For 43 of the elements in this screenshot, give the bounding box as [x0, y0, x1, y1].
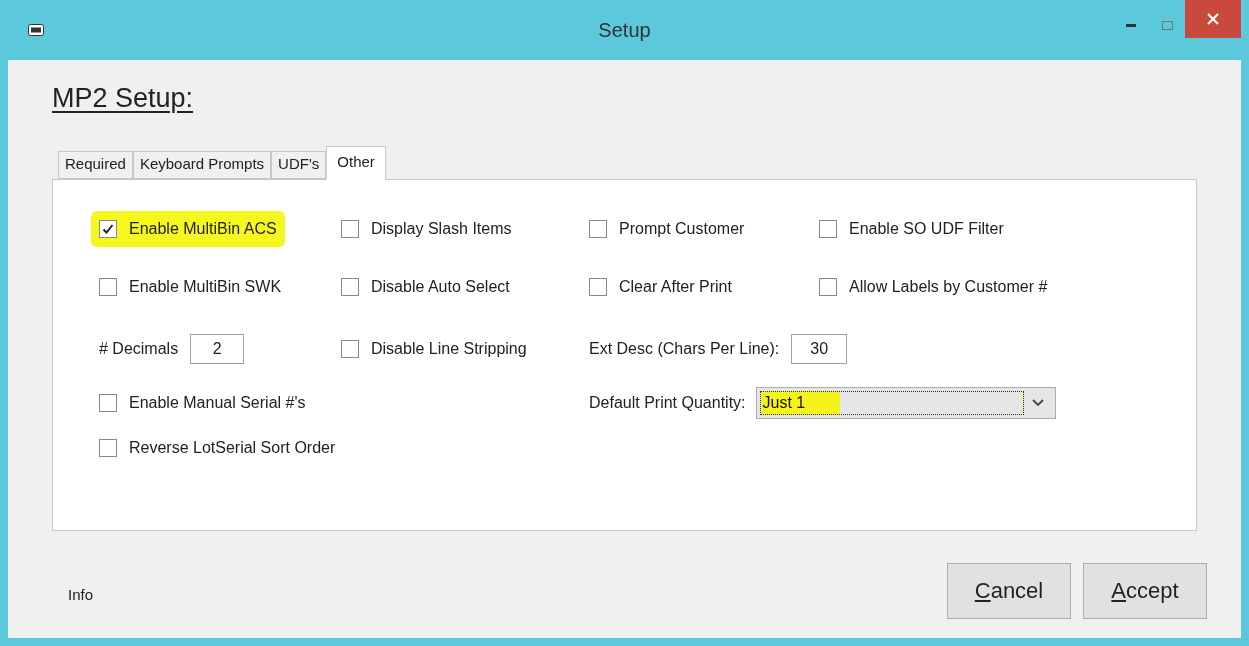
tab[interactable]: Required	[58, 150, 133, 179]
checkbox-label: Disable Line Stripping	[371, 338, 527, 359]
checkbox-label: Allow Labels by Customer #	[849, 277, 1048, 297]
dialog-button[interactable]: Cancel	[947, 562, 1071, 619]
page-heading: MP2 Setup:	[52, 83, 194, 113]
tab[interactable]: Other	[326, 145, 386, 180]
field-label: # Decimals	[99, 338, 179, 359]
checkbox-label: Enable SO UDF Filter	[849, 218, 1004, 239]
checkbox-label: Enable MultiBin ACS	[129, 218, 277, 239]
field-label: Default Print Quantity:	[589, 393, 746, 413]
checkbox[interactable]	[99, 219, 117, 238]
checkbox[interactable]	[341, 339, 359, 358]
checkbox-label: Clear After Print	[619, 277, 732, 297]
checkbox-label: Enable Manual Serial #'s	[129, 393, 306, 413]
app-icon	[28, 24, 44, 36]
number-field[interactable]: 30	[791, 333, 848, 364]
checkbox[interactable]	[589, 219, 607, 238]
checkbox[interactable]	[341, 278, 359, 296]
checkbox-label: Disable Auto Select	[371, 277, 510, 297]
checkbox[interactable]	[819, 278, 837, 296]
close-icon	[1207, 13, 1219, 25]
checkbox[interactable]	[589, 278, 607, 296]
close-button[interactable]	[1185, 0, 1241, 38]
field-label: Ext Desc (Chars Per Line):	[589, 338, 780, 359]
status-text: Info	[68, 585, 94, 606]
check-icon	[102, 222, 114, 235]
dialog-button[interactable]: Accept	[1083, 562, 1207, 619]
number-field[interactable]: 2	[190, 333, 245, 364]
window-title: Setup	[598, 18, 651, 43]
checkbox[interactable]	[819, 219, 837, 238]
checkbox[interactable]	[99, 394, 117, 412]
tab[interactable]: Keyboard Prompts	[132, 150, 272, 179]
dropdown-value: Just 1	[759, 391, 1024, 415]
checkbox-label: Reverse LotSerial Sort Order	[129, 438, 336, 458]
checkbox[interactable]	[341, 219, 359, 238]
tab[interactable]: UDF's	[271, 150, 327, 179]
quantity-dropdown[interactable]: Just 1	[755, 387, 1056, 419]
checkbox[interactable]	[99, 439, 117, 457]
checkbox-label: Enable MultiBin SWK	[129, 277, 282, 297]
checkbox-label: Prompt Customer	[619, 218, 745, 239]
checkbox[interactable]	[99, 278, 117, 296]
checkbox-label: Display Slash Items	[371, 218, 512, 239]
chevron-down-icon	[1031, 399, 1044, 407]
